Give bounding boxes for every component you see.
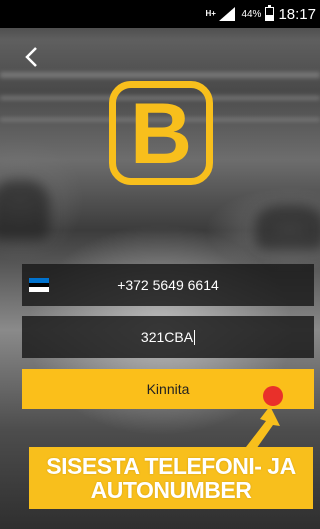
plate-value: 321CBA bbox=[140, 329, 194, 345]
phone-value: +372 5649 6614 bbox=[117, 277, 219, 293]
tap-indicator bbox=[263, 386, 283, 406]
login-screen: H+ 44% 18:17 B +372 5649 6614 321CBA Kin… bbox=[0, 0, 320, 529]
logo-letter: B bbox=[129, 86, 193, 182]
app-logo: B bbox=[109, 81, 213, 185]
phone-field[interactable]: +372 5649 6614 bbox=[22, 264, 314, 306]
status-bar: H+ 44% 18:17 bbox=[0, 0, 320, 28]
clock: 18:17 bbox=[278, 5, 316, 23]
chevron-left-icon bbox=[25, 47, 37, 67]
estonia-flag-icon[interactable] bbox=[29, 278, 49, 293]
callout-line: AUTONUMBER bbox=[90, 477, 252, 503]
plate-number-field[interactable]: 321CBA bbox=[22, 316, 314, 358]
flag-stripe bbox=[29, 287, 49, 293]
network-type: H+ bbox=[205, 9, 216, 18]
background-light bbox=[0, 72, 320, 78]
signal-icon bbox=[219, 7, 236, 21]
callout-line: SISESTA TELEFONI- JA bbox=[46, 453, 296, 479]
background-car bbox=[255, 205, 320, 250]
battery-percent: 44% bbox=[241, 8, 262, 20]
battery-icon bbox=[265, 5, 275, 21]
back-button[interactable] bbox=[18, 42, 44, 72]
instruction-callout: SISESTA TELEFONI- JA AUTONUMBER bbox=[29, 447, 313, 509]
text-cursor bbox=[194, 329, 196, 345]
background-car bbox=[0, 180, 50, 240]
